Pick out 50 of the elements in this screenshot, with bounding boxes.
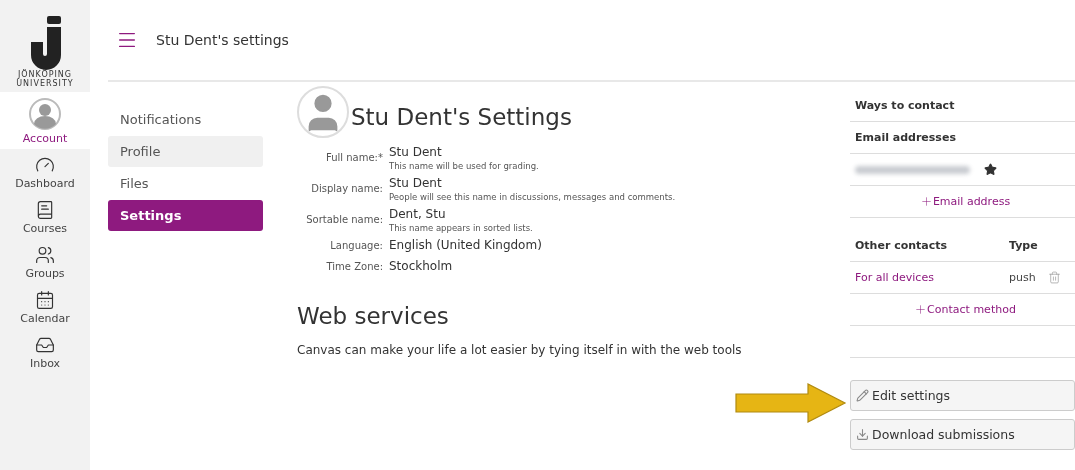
nav-icon xyxy=(35,290,55,310)
add-contact-link[interactable]: Contact method xyxy=(914,303,1016,316)
column-header: Other contacts xyxy=(855,239,949,252)
nav-icon xyxy=(35,245,55,265)
field-value: Stu Dent xyxy=(389,144,443,161)
field-value: Dent, Stu xyxy=(389,206,447,223)
field-label: Full name:* xyxy=(325,152,383,163)
download-icon xyxy=(856,428,869,441)
field-hint: People will see this name in discussions, messages and comments. xyxy=(389,192,677,202)
nav-item[interactable]: Courses xyxy=(0,194,90,239)
section-heading: Web services xyxy=(297,303,450,329)
field-label: Display name: xyxy=(310,183,383,194)
field-label: Language: xyxy=(329,240,383,251)
avatar-icon xyxy=(29,98,61,130)
field-value: Stockholm xyxy=(389,258,454,275)
field-label: Time Zone: xyxy=(325,261,383,272)
logo-text: UNIVERSITY xyxy=(16,79,74,88)
add-email-link[interactable]: Email address xyxy=(919,195,1011,208)
field-label: Sortable name: xyxy=(305,214,383,225)
star-icon xyxy=(984,163,997,176)
field-hint: This name appears in sorted lists. xyxy=(389,223,534,233)
pencil-icon xyxy=(856,389,869,402)
field-value: Stu Dent xyxy=(389,175,443,192)
nav-item[interactable]: Inbox xyxy=(0,329,90,374)
download-button[interactable]: Download submissions xyxy=(850,419,1075,450)
page-header-title: Stu Dent's settings xyxy=(156,32,289,48)
nav-item[interactable]: Groups xyxy=(0,239,90,284)
avatar-icon xyxy=(297,86,349,138)
field-hint: This name will be used for grading. xyxy=(389,161,540,171)
nav-item[interactable]: Calendar xyxy=(0,284,90,329)
page-title: Stu Dent's Settings xyxy=(351,104,572,130)
panel-heading: Ways to contact xyxy=(855,99,955,112)
field-value: English (United Kingdom) xyxy=(389,237,543,254)
nav-icon xyxy=(35,200,55,220)
section-nav-item[interactable]: Files xyxy=(108,168,263,199)
nav-icon xyxy=(35,335,55,355)
table-cell: push xyxy=(1009,271,1036,284)
nav-item[interactable]: Account xyxy=(0,92,90,149)
contact-link[interactable]: For all devices xyxy=(855,271,1005,284)
plus-icon xyxy=(919,195,933,208)
panel-heading: Email addresses xyxy=(855,131,956,144)
edit-settings-button[interactable]: Edit settings xyxy=(850,380,1075,411)
section-nav-item[interactable]: Notifications xyxy=(108,104,263,135)
plus-icon xyxy=(914,303,928,316)
column-header: Type xyxy=(1009,239,1038,252)
section-text: Canvas can make your life a lot easier by tying itself in with the web tools xyxy=(297,343,743,357)
section-nav-item[interactable]: Profile xyxy=(108,136,263,167)
logo-text: JÖNKÖPING xyxy=(17,70,73,79)
section-nav-item[interactable]: Settings xyxy=(108,200,263,231)
nav-item[interactable]: Dashboard xyxy=(0,149,90,194)
